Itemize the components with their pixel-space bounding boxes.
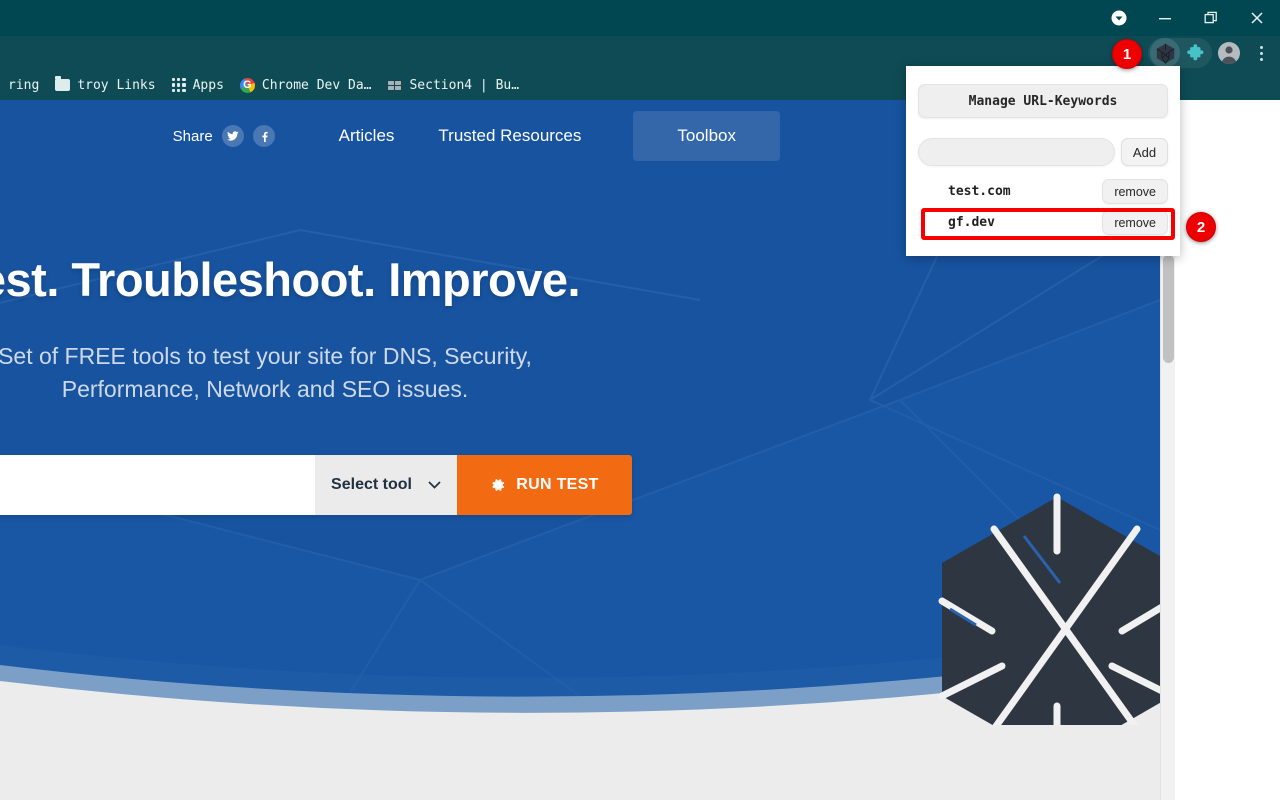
gear-icon xyxy=(492,479,505,491)
select-tool-dropdown[interactable]: Select tool xyxy=(315,455,457,515)
share-label: Share xyxy=(172,127,213,145)
step-badge-1: 1 xyxy=(1112,39,1142,69)
avatar xyxy=(1218,42,1240,64)
three-dots xyxy=(1251,45,1271,61)
google-icon xyxy=(239,77,255,93)
minimize-icon[interactable] xyxy=(1142,0,1188,36)
add-keyword-button[interactable]: Add xyxy=(1121,138,1168,166)
close-icon[interactable] xyxy=(1234,0,1280,36)
bookmark-item-chrome-dev[interactable]: Chrome Dev Da… xyxy=(232,73,380,97)
site-favicon xyxy=(387,79,403,91)
bookmark-label: Apps xyxy=(192,77,224,93)
toolbar-actions xyxy=(1148,36,1276,70)
bookmark-label: Section4 | Bu… xyxy=(409,77,520,93)
scrollbar-thumb[interactable] xyxy=(1163,255,1174,363)
browser-window: ring troy Links Apps Chrome Dev Da… Sect… xyxy=(0,0,1280,800)
viewport-gutter xyxy=(1175,100,1280,800)
nav-link-trusted-resources[interactable]: Trusted Resources xyxy=(416,126,603,146)
keyword-input[interactable] xyxy=(918,138,1115,166)
hero-subtitle-line1: Set of FREE tools to test your site for … xyxy=(0,343,532,369)
extension-icons-group xyxy=(1148,38,1212,68)
share-group: Share xyxy=(173,125,275,147)
url-keywords-popup: Manage URL-Keywords Add test.com remove … xyxy=(906,66,1180,256)
keyword-row-gf-dev: gf.dev remove xyxy=(906,207,1180,238)
step-badge-2: 2 xyxy=(1186,212,1216,242)
url-keywords-extension-icon[interactable] xyxy=(1150,38,1180,68)
keyword-list: test.com remove gf.dev remove xyxy=(906,176,1180,238)
nav-link-articles[interactable]: Articles xyxy=(317,126,417,146)
chrome-menu-icon[interactable] xyxy=(1246,38,1276,68)
apps-grid-icon xyxy=(171,78,186,92)
select-tool-label: Select tool xyxy=(331,476,412,493)
profile-avatar-icon[interactable] xyxy=(1214,38,1244,68)
keyword-row-test-com: test.com remove xyxy=(906,176,1180,207)
hero-subtitle: Set of FREE tools to test your site for … xyxy=(0,340,910,406)
extensions-puzzle-icon[interactable] xyxy=(1180,38,1210,68)
tab-strip xyxy=(0,0,1280,36)
window-controls xyxy=(1096,0,1280,36)
bookmark-label: troy Links xyxy=(77,77,156,93)
hero-subtitle-line2: Performance, Network and SEO issues. xyxy=(61,376,469,402)
test-form: Select tool RUN TEST xyxy=(0,455,632,515)
browser-toolbar xyxy=(0,36,1280,70)
remove-keyword-button[interactable]: remove xyxy=(1102,179,1168,204)
folder-icon xyxy=(55,76,71,91)
bookmark-item-apps[interactable]: Apps xyxy=(164,73,232,97)
bookmark-label: ring xyxy=(8,77,40,93)
bookmark-item-section4[interactable]: Section4 | Bu… xyxy=(379,73,527,97)
bookmark-item-troy-links[interactable]: troy Links xyxy=(47,73,163,97)
facebook-icon[interactable] xyxy=(252,125,275,147)
add-keyword-row: Add xyxy=(918,138,1168,166)
bookmark-item-ring[interactable]: ring xyxy=(0,73,47,97)
maximize-icon[interactable] xyxy=(1188,0,1234,36)
hero-title: est. Troubleshoot. Improve. xyxy=(0,253,581,306)
chevron-down-icon xyxy=(428,481,441,489)
popup-title-button[interactable]: Manage URL-Keywords xyxy=(918,84,1168,118)
nav-button-toolbox[interactable]: Toolbox xyxy=(633,111,780,161)
keyword-name: test.com xyxy=(948,184,1011,199)
hexagon-graphic xyxy=(938,493,1160,725)
keyword-name: gf.dev xyxy=(948,215,995,230)
profile-chip-icon[interactable] xyxy=(1096,0,1142,36)
host-input[interactable] xyxy=(0,455,315,515)
twitter-icon[interactable] xyxy=(221,125,244,147)
run-test-label: RUN TEST xyxy=(516,476,599,493)
bookmark-label: Chrome Dev Da… xyxy=(261,77,372,93)
remove-keyword-button[interactable]: remove xyxy=(1102,210,1168,235)
run-test-button[interactable]: RUN TEST xyxy=(457,455,632,515)
